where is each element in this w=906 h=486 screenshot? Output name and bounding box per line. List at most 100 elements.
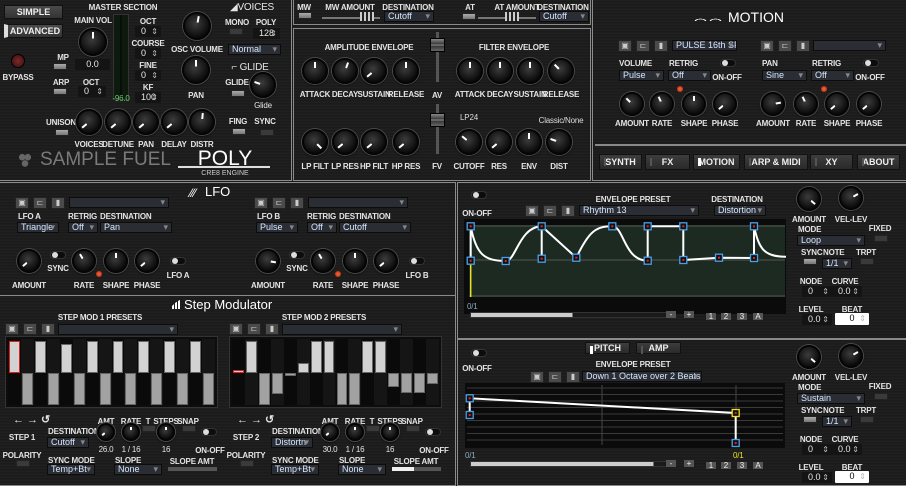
- note-dropdown[interactable]: 1/1: [822, 258, 852, 269]
- step-bar[interactable]: [86, 341, 98, 373]
- step-prev-icon[interactable]: ←: [13, 415, 24, 426]
- step-bar[interactable]: [323, 341, 335, 373]
- step-prev-icon[interactable]: ←: [237, 415, 248, 426]
- unison-distr-knob[interactable]: [189, 109, 215, 135]
- step-onoff-toggle[interactable]: [425, 428, 441, 436]
- motion-shape-knob[interactable]: [682, 92, 706, 116]
- snap-button[interactable]: [406, 425, 420, 432]
- mw-amount-slider[interactable]: [360, 12, 374, 21]
- sync-button[interactable]: [260, 129, 274, 136]
- trpt-button[interactable]: [860, 416, 874, 423]
- step-destination-dropdown[interactable]: Distortn: [271, 437, 313, 448]
- unison-detune-knob[interactable]: [105, 109, 131, 135]
- lfo-preset-dropdown[interactable]: [69, 197, 169, 208]
- lfo-destination-dropdown[interactable]: Cutoff: [339, 222, 411, 233]
- dist-knob[interactable]: [546, 129, 572, 155]
- lp-filt-knob[interactable]: [302, 129, 328, 155]
- motion2-save-icon[interactable]: ▣: [760, 40, 774, 52]
- voice-mode-dropdown[interactable]: Normal: [228, 44, 281, 55]
- lfo-shape-knob[interactable]: [343, 249, 367, 273]
- lfo0-save-icon[interactable]: ▣: [15, 197, 29, 209]
- tab-about[interactable]: ABOUT: [857, 154, 900, 170]
- tab-arp-midi[interactable]: ARP & MIDI: [744, 154, 808, 170]
- step0-folder-open-icon[interactable]: ⊏: [23, 323, 37, 335]
- step-bar[interactable]: [164, 341, 176, 373]
- unison-button[interactable]: [55, 129, 69, 136]
- zoom-in-button[interactable]: +: [684, 460, 694, 468]
- step-bar[interactable]: [271, 373, 283, 394]
- zoom-out-button[interactable]: -: [666, 460, 676, 468]
- kf-stepper[interactable]: 100: [135, 92, 161, 103]
- env2-folder-open-icon[interactable]: ⊏: [548, 371, 562, 383]
- curve-stepper[interactable]: 0.0: [832, 286, 862, 297]
- step-bar[interactable]: [190, 341, 202, 373]
- page-button-1[interactable]: 1: [706, 462, 716, 470]
- env2-vel-lev-knob[interactable]: [839, 344, 863, 368]
- poly-stepper[interactable]: 128: [253, 28, 280, 39]
- triplet-button[interactable]: [366, 425, 380, 432]
- step-next-icon[interactable]: →: [251, 415, 262, 426]
- unison-pan-knob[interactable]: [133, 109, 159, 135]
- zoom-out-button[interactable]: -: [666, 311, 676, 319]
- step-steps-knob[interactable]: [381, 423, 399, 441]
- simple-button[interactable]: SIMPLE: [4, 5, 63, 19]
- lfo-rate-knob[interactable]: [311, 249, 335, 273]
- sync-button[interactable]: [803, 258, 817, 265]
- lfo-shape-knob[interactable]: [104, 249, 128, 273]
- motion-phase-knob[interactable]: [713, 92, 737, 116]
- hp-filt-knob[interactable]: [361, 129, 387, 155]
- env1-amount-knob[interactable]: [797, 187, 821, 211]
- motion1-folder-open-icon[interactable]: ⊏: [636, 40, 650, 52]
- mono-button[interactable]: [229, 28, 243, 35]
- motion-amount-knob[interactable]: [761, 92, 785, 116]
- step-bar[interactable]: [349, 373, 361, 405]
- step-bar[interactable]: [60, 344, 72, 373]
- step-amt-knob[interactable]: [97, 423, 115, 441]
- lfo-sync-toggle[interactable]: [289, 251, 305, 259]
- at-amount-slider[interactable]: [505, 12, 519, 21]
- step-bar[interactable]: [375, 341, 387, 373]
- lfo1-save-icon[interactable]: ▣: [254, 197, 268, 209]
- filter-decay-knob[interactable]: [487, 58, 513, 84]
- step-rate-knob[interactable]: [122, 423, 140, 441]
- tab-motion[interactable]: MOTION: [693, 154, 740, 170]
- fine-stepper[interactable]: 0: [135, 70, 161, 81]
- course-stepper[interactable]: 0: [135, 48, 161, 59]
- envelope-preset-dropdown[interactable]: Rhythm 13: [579, 205, 699, 216]
- lfo-enable-toggle[interactable]: [170, 257, 186, 265]
- step-bar[interactable]: [99, 373, 111, 405]
- step-bar[interactable]: [388, 373, 400, 388]
- tab-xy[interactable]: XY: [810, 154, 853, 170]
- amp-attack-knob[interactable]: [302, 58, 328, 84]
- motion-shape-knob[interactable]: [825, 92, 849, 116]
- step-bar[interactable]: [427, 373, 438, 385]
- envelope-preset-dropdown[interactable]: Down 1 Octave over 2 Beats DL: [582, 371, 702, 382]
- page-button-2[interactable]: 2: [721, 313, 731, 321]
- trpt-button[interactable]: [860, 258, 874, 265]
- env1-scrollbar[interactable]: [470, 312, 675, 318]
- step-preset-dropdown[interactable]: [58, 324, 178, 335]
- mode-dropdown[interactable]: Sustain: [797, 393, 865, 404]
- lfo-amount-knob[interactable]: [256, 249, 280, 273]
- mw-destination-dropdown[interactable]: Cutoff: [384, 11, 434, 22]
- motion-phase-knob[interactable]: [857, 92, 881, 116]
- pan-knob[interactable]: [182, 56, 210, 84]
- bypass-button[interactable]: [11, 54, 25, 68]
- step-bar[interactable]: [9, 341, 20, 373]
- page-button-3[interactable]: 3: [737, 462, 747, 470]
- step-bar[interactable]: [362, 341, 374, 373]
- destination-dropdown[interactable]: Distortion: [714, 205, 766, 216]
- step-destination-dropdown[interactable]: Cutoff: [47, 437, 89, 448]
- page-button-3[interactable]: 3: [737, 313, 747, 321]
- curve-stepper[interactable]: 0.0: [832, 444, 862, 455]
- motion2-folder-open-icon[interactable]: ⊏: [778, 40, 792, 52]
- filter-release-knob[interactable]: [548, 58, 574, 84]
- motion1-trash-icon[interactable]: ▮: [654, 40, 668, 52]
- step-bar[interactable]: [21, 373, 33, 405]
- main-vol-knob[interactable]: [79, 28, 107, 56]
- motion-onoff-toggle[interactable]: [863, 59, 879, 67]
- fing-button[interactable]: [232, 128, 246, 135]
- env1-save-icon[interactable]: ▣: [525, 205, 539, 217]
- note-dropdown[interactable]: 1/1: [822, 416, 852, 427]
- env2-save-icon[interactable]: ▣: [530, 371, 544, 383]
